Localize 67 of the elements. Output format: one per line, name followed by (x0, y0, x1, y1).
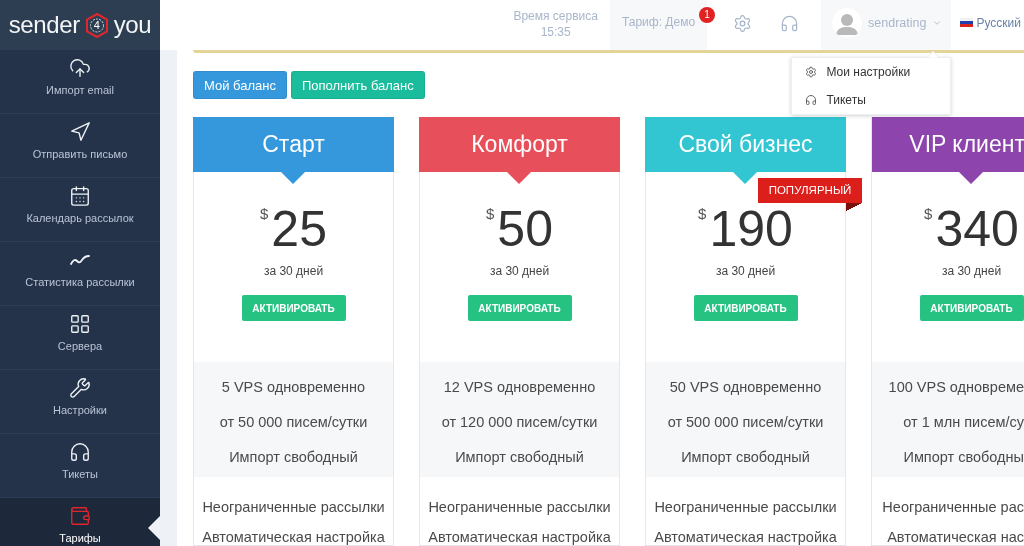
headset-icon[interactable] (780, 13, 800, 33)
sidebar-item[interactable]: Отправить письмо (0, 114, 160, 178)
plan-limit: Импорт свободный (229, 448, 358, 467)
sidebar-item[interactable]: Статистика рассылки (0, 242, 160, 306)
menu-item[interactable]: Мои настройки (792, 58, 951, 86)
price-amount: 50 (497, 204, 553, 254)
logo-mark: 4 (85, 12, 108, 38)
plan-limit: 5 VPS одновременно (221, 378, 366, 397)
sidebar-item[interactable]: Тарифы (0, 498, 160, 546)
price-amount: 340 (935, 204, 1019, 254)
plan-limit: от 120 000 писем/сутки (441, 413, 598, 432)
calendar-icon (69, 185, 91, 207)
sidebar-item[interactable]: Импорт email (0, 50, 160, 114)
plan-limit: 100 VPS одновреме (888, 378, 1024, 397)
price-currency: $ (924, 205, 933, 223)
plan-limit: 12 VPS одновременно (443, 378, 596, 397)
logo-text: you (113, 11, 152, 39)
sidebar-item[interactable]: Календарь рассылок (0, 178, 160, 242)
language-selector[interactable]: Русский (960, 0, 1021, 50)
plan-limit: Импорт свободный (455, 448, 584, 467)
settings-icon[interactable] (733, 13, 753, 33)
headset-icon (805, 94, 818, 106)
price-period: за 30 дней (715, 263, 776, 279)
settings-icon (805, 66, 818, 78)
price-period: за 30 дней (263, 263, 324, 279)
plan-feature: Неограниченные рассылки (654, 498, 837, 516)
plan-limit: Импорт свободны (903, 448, 1024, 467)
price-currency: $ (486, 205, 495, 223)
popular-ribbon: ПОПУЛЯРНЫЙ (758, 178, 862, 211)
plan-feature: Автоматическая настройка (428, 528, 611, 546)
plan-feature: Автоматическая настройка (654, 528, 837, 546)
plan-feature: Неограниченные рас (882, 498, 1024, 516)
service-time-value: 15:35 (540, 24, 571, 40)
wallet-icon (69, 505, 91, 527)
grid-icon (69, 313, 91, 335)
plan-feature: Неограниченные рассылки (202, 498, 385, 516)
notification-badge: 1 (699, 7, 716, 23)
russia-flag-icon (960, 18, 974, 27)
plan-feature: Автоматическая настройка (202, 528, 385, 546)
service-time-label: Время сервиса (513, 8, 598, 24)
price-period: за 30 дней (489, 263, 550, 279)
plan-title: Свой бизнес (645, 117, 846, 184)
sidebar-item[interactable]: Настройки (0, 370, 160, 434)
price-amount: 25 (271, 204, 327, 254)
plan-limit: Импорт свободный (681, 448, 810, 467)
price-currency: $ (698, 205, 707, 223)
plan-limit: от 50 000 писем/сутки (219, 413, 368, 432)
plan-feature: Неограниченные рассылки (428, 498, 611, 516)
plan-title: Комфорт (419, 117, 620, 184)
menu-item[interactable]: Тикеты (792, 86, 951, 114)
sidebar-item[interactable]: Сервера (0, 306, 160, 370)
headset-icon (69, 441, 91, 463)
plan-feature: Автоматическая нас (887, 528, 1024, 545)
plan-limit: от 500 000 писем/сутки (667, 413, 824, 432)
plan-title: Старт (193, 117, 394, 184)
chevron-down-icon (932, 18, 943, 28)
price-period: за 30 дней (941, 263, 1002, 279)
price-currency: $ (260, 205, 269, 223)
active-pointer-icon (148, 516, 160, 540)
plan-limit: от 1 млн писем/су (903, 413, 1024, 432)
user-avatar-icon (832, 8, 863, 38)
wrench-icon (69, 377, 91, 399)
send-arrow-icon (69, 121, 91, 143)
cloud-upload-icon (69, 57, 91, 79)
plan-limit: 50 VPS одновременно (669, 378, 822, 397)
plan-title: VIP клиент (872, 117, 1024, 184)
logo-text: sender (8, 11, 80, 39)
